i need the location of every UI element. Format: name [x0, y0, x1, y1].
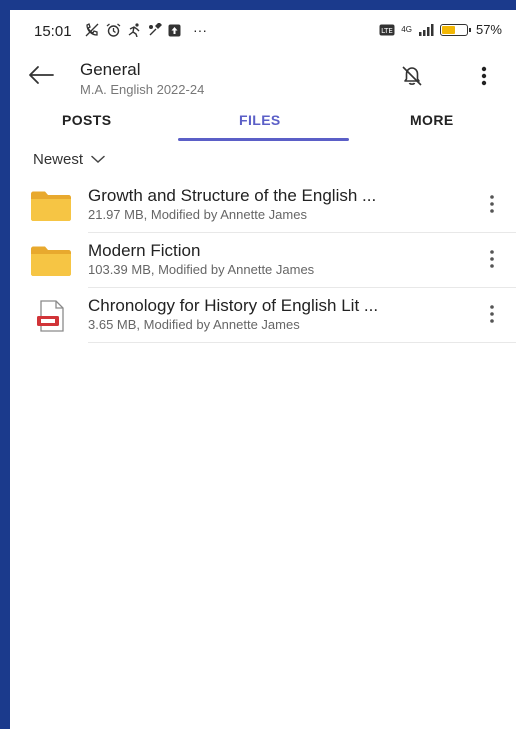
file-name: Chronology for History of English Lit ..… [88, 296, 379, 315]
file-options-icon[interactable] [484, 302, 500, 326]
running-icon [128, 23, 140, 37]
file-meta: 3.65 MB, Modified by Annette James [88, 317, 300, 332]
team-name: M.A. English 2022-24 [80, 82, 205, 97]
battery-icon [439, 23, 471, 36]
call-mute-icon [85, 23, 99, 37]
file-options-icon[interactable] [484, 247, 500, 271]
mute-notifications-button[interactable] [398, 62, 426, 90]
file-meta: 103.39 MB, Modified by Annette James [88, 262, 315, 277]
network-type: 4G [401, 25, 412, 34]
battery-fill [441, 25, 455, 34]
chevron-down-icon [91, 155, 105, 163]
back-arrow-icon [29, 66, 54, 84]
bell-off-icon [402, 66, 422, 86]
sort-label: Newest [33, 150, 84, 168]
status-time: 15:01 [34, 23, 72, 40]
file-list: Growth and Structure of the English ... … [10, 178, 516, 343]
folder-icon [31, 246, 71, 276]
more-notifications-indicator: ··· [193, 22, 207, 38]
signal-icon [418, 23, 434, 36]
active-tab-indicator [178, 138, 349, 141]
back-button[interactable] [26, 60, 56, 90]
tab-posts[interactable]: POSTS [62, 112, 111, 128]
tools-icon [149, 23, 162, 36]
tab-files[interactable]: FILES [239, 112, 281, 128]
status-bar: 15:01 ··· LTE 4G 57% [10, 10, 516, 50]
file-options-icon[interactable] [484, 192, 500, 216]
tab-more[interactable]: MORE [410, 112, 454, 128]
channel-title: General [80, 60, 141, 79]
file-meta: 21.97 MB, Modified by Annette James [88, 207, 307, 222]
status-notification-icons: ··· [84, 22, 207, 38]
svg-text:LTE: LTE [381, 27, 393, 35]
row-divider [88, 342, 516, 343]
folder-icon [31, 191, 71, 221]
channel-header: General M.A. English 2022-24 [10, 50, 516, 102]
pdf-file-icon [37, 300, 64, 332]
file-row[interactable]: Growth and Structure of the English ... … [10, 178, 516, 233]
status-system-icons: LTE 4G 57% [379, 22, 502, 37]
kebab-menu-icon [481, 66, 487, 86]
sort-dropdown[interactable]: Newest [33, 144, 105, 174]
vibrate-icon: LTE [379, 24, 395, 35]
upload-icon [168, 24, 181, 36]
file-name: Growth and Structure of the English ... [88, 186, 377, 205]
battery-percent: 57% [475, 22, 502, 37]
file-row[interactable]: Chronology for History of English Lit ..… [10, 288, 516, 343]
alarm-icon [106, 22, 121, 37]
channel-tabs: POSTS FILES MORE [10, 102, 516, 144]
channel-title-block: General M.A. English 2022-24 [80, 60, 204, 97]
more-options-button[interactable] [472, 62, 496, 90]
app-screen: 15:01 ··· LTE 4G 57% General M.A. Englis… [10, 10, 516, 729]
file-name: Modern Fiction [88, 241, 201, 260]
file-row[interactable]: Modern Fiction 103.39 MB, Modified by An… [10, 233, 516, 288]
